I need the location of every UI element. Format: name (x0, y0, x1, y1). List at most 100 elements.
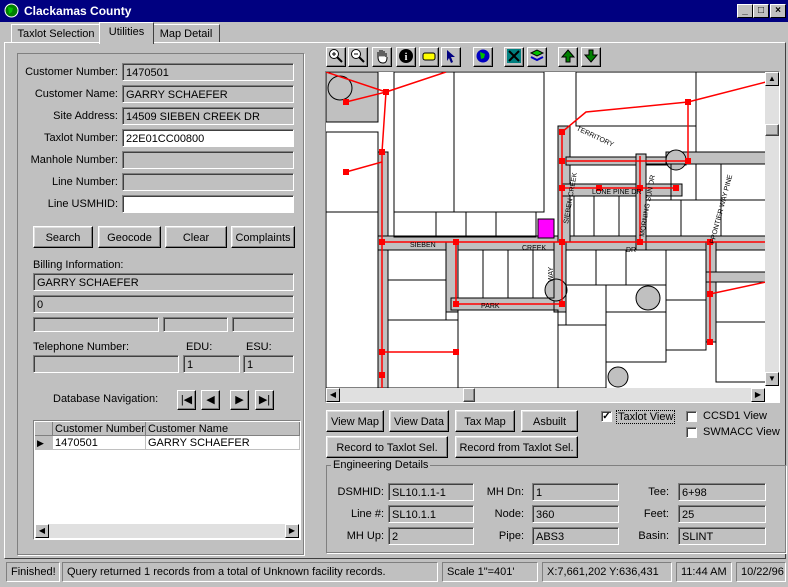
billing-zip-field[interactable] (232, 317, 294, 332)
line-num-field[interactable]: SL10.1.1 (388, 505, 474, 523)
grid-corner (35, 422, 53, 436)
dsmhid-label: DSMHID: (337, 486, 384, 498)
ccsd1-view-label[interactable]: CCSD1 View (703, 410, 767, 422)
nav-last-button[interactable]: ▶| (255, 390, 274, 410)
manhole-number-label: Manhole Number: (30, 154, 118, 166)
map-vscrollbar[interactable] (765, 72, 779, 386)
app-globe-icon (4, 3, 19, 18)
street-label-frontier: FRONTIER WAY PINE (709, 174, 734, 245)
node-field[interactable]: 360 (532, 505, 619, 523)
title-bar: Clackamas County _ □ × (0, 0, 788, 22)
pipe-label: Pipe: (498, 530, 524, 542)
map-canvas[interactable]: SIEBEN CREEK DR PARK WAY TERRITORY LONE … (326, 72, 766, 388)
select-arrow-icon[interactable] (441, 47, 461, 67)
mh-up-field[interactable]: 2 (388, 527, 474, 545)
map-scroll-right-icon[interactable]: ▶ (751, 388, 765, 402)
status-state: Finished! (6, 562, 60, 582)
line-usmhid-input[interactable] (122, 195, 294, 213)
table-row-cell-number[interactable]: 1470501 (53, 436, 146, 450)
tab-taxlot-selection[interactable]: Taxlot Selection (11, 24, 101, 43)
layer-down-icon[interactable] (581, 47, 601, 67)
line-number-field[interactable] (122, 173, 294, 191)
customer-grid[interactable]: Customer Number Customer Name ▶ 1470501 … (33, 420, 301, 540)
street-label-park: PARK (481, 303, 500, 310)
customer-number-field[interactable]: 1470501 (122, 63, 294, 81)
mh-up-label: MH Up: (346, 530, 384, 542)
swmacc-view-label[interactable]: SWMACC View (703, 426, 780, 438)
table-row-cell-name[interactable]: GARRY SCHAEFER (146, 436, 300, 450)
manhole-number-field[interactable] (122, 151, 294, 169)
billing-line2-field[interactable]: 0 (33, 295, 294, 313)
feet-label: Feet: (643, 508, 669, 520)
clear-button[interactable]: Clear (165, 226, 227, 248)
label-tool-icon[interactable] (419, 47, 439, 67)
record-from-taxlot-button[interactable]: Record from Taxlot Sel. (455, 436, 578, 458)
edu-label: EDU: (186, 341, 213, 353)
billing-city-field[interactable] (33, 317, 159, 332)
asbuilt-button[interactable]: Asbuilt (521, 410, 578, 432)
taxlot-view-label[interactable]: Taxlot View (616, 410, 676, 424)
view-data-button[interactable]: View Data (389, 410, 449, 432)
street-label-territory: TERRITORY (575, 125, 615, 148)
feet-field[interactable]: 25 (678, 505, 766, 523)
map-scroll-down-icon[interactable]: ▼ (765, 372, 779, 386)
dsmhid-field[interactable]: SL10.1.1-1 (388, 483, 474, 501)
window-title: Clackamas County (24, 4, 132, 18)
taxlot-number-input[interactable]: 22E01CC00800 (122, 129, 294, 147)
grid-scroll-right-icon[interactable]: ▶ (285, 524, 299, 538)
map-view[interactable]: SIEBEN CREEK DR PARK WAY TERRITORY LONE … (325, 71, 780, 403)
pan-hand-icon[interactable] (372, 47, 392, 67)
customer-name-field[interactable]: GARRY SCHAEFER (122, 85, 294, 103)
close-button[interactable]: × (770, 4, 786, 18)
layers-icon[interactable] (527, 47, 547, 67)
record-to-taxlot-button[interactable]: Record to Taxlot Sel. (326, 436, 448, 458)
status-time: 11:44 AM (676, 562, 732, 582)
mh-dn-label: MH Dn: (486, 486, 524, 498)
esu-field[interactable]: 1 (243, 355, 294, 373)
pipe-field[interactable]: ABS3 (532, 527, 619, 545)
swmacc-view-checkbox[interactable] (686, 427, 697, 438)
site-address-field[interactable]: 14509 SIEBEN CREEK DR (122, 107, 294, 125)
maximize-button[interactable]: □ (753, 4, 769, 18)
zoom-out-icon[interactable] (348, 47, 368, 67)
map-hscrollbar[interactable] (326, 388, 765, 402)
geocode-button[interactable]: Geocode (98, 226, 161, 248)
status-message: Query returned 1 records from a total of… (62, 562, 438, 582)
map-vscroll-thumb[interactable] (765, 124, 779, 136)
clear-selection-icon[interactable] (504, 47, 524, 67)
street-label-creek: CREEK (522, 245, 546, 252)
node-label: Node: (494, 508, 524, 520)
nav-prev-button[interactable]: ◀ (201, 390, 220, 410)
nav-next-button[interactable]: ▶ (230, 390, 249, 410)
edu-field[interactable]: 1 (183, 355, 240, 373)
ccsd1-view-checkbox[interactable] (686, 411, 697, 422)
info-icon[interactable]: i (396, 47, 416, 67)
telephone-field[interactable] (33, 355, 179, 373)
taxlot-view-checkbox[interactable]: ✓ (601, 411, 612, 422)
billing-state-field[interactable] (163, 317, 228, 332)
basin-field[interactable]: SLINT (678, 527, 766, 545)
map-hscroll-thumb[interactable] (463, 388, 475, 402)
view-map-button[interactable]: View Map (326, 410, 384, 432)
map-scroll-up-icon[interactable]: ▲ (765, 72, 779, 86)
row-pointer-icon: ▶ (35, 436, 53, 450)
tab-utilities[interactable]: Utilities (99, 22, 154, 44)
tab-map-detail[interactable]: Map Detail (152, 24, 220, 43)
globe-full-extent-icon[interactable] (473, 47, 493, 67)
tee-field[interactable]: 6+98 (678, 483, 766, 501)
zoom-in-icon[interactable] (326, 47, 346, 67)
grid-header-customer-number[interactable]: Customer Number (53, 422, 146, 436)
mh-dn-field[interactable]: 1 (532, 483, 619, 501)
nav-first-button[interactable]: |◀ (177, 390, 196, 410)
minimize-button[interactable]: _ (737, 4, 753, 18)
grid-scroll-left-icon[interactable]: ◀ (35, 524, 49, 538)
tax-map-button[interactable]: Tax Map (455, 410, 515, 432)
grid-header-customer-name[interactable]: Customer Name (146, 422, 300, 436)
layer-up-icon[interactable] (558, 47, 578, 67)
map-scroll-left-icon[interactable]: ◀ (326, 388, 340, 402)
grid-hscrollbar[interactable] (35, 524, 299, 538)
telephone-label: Telephone Number: (33, 341, 130, 353)
billing-name-field[interactable]: GARRY SCHAEFER (33, 273, 294, 291)
complaints-button[interactable]: Complaints (231, 226, 295, 248)
search-button[interactable]: Search (33, 226, 93, 248)
